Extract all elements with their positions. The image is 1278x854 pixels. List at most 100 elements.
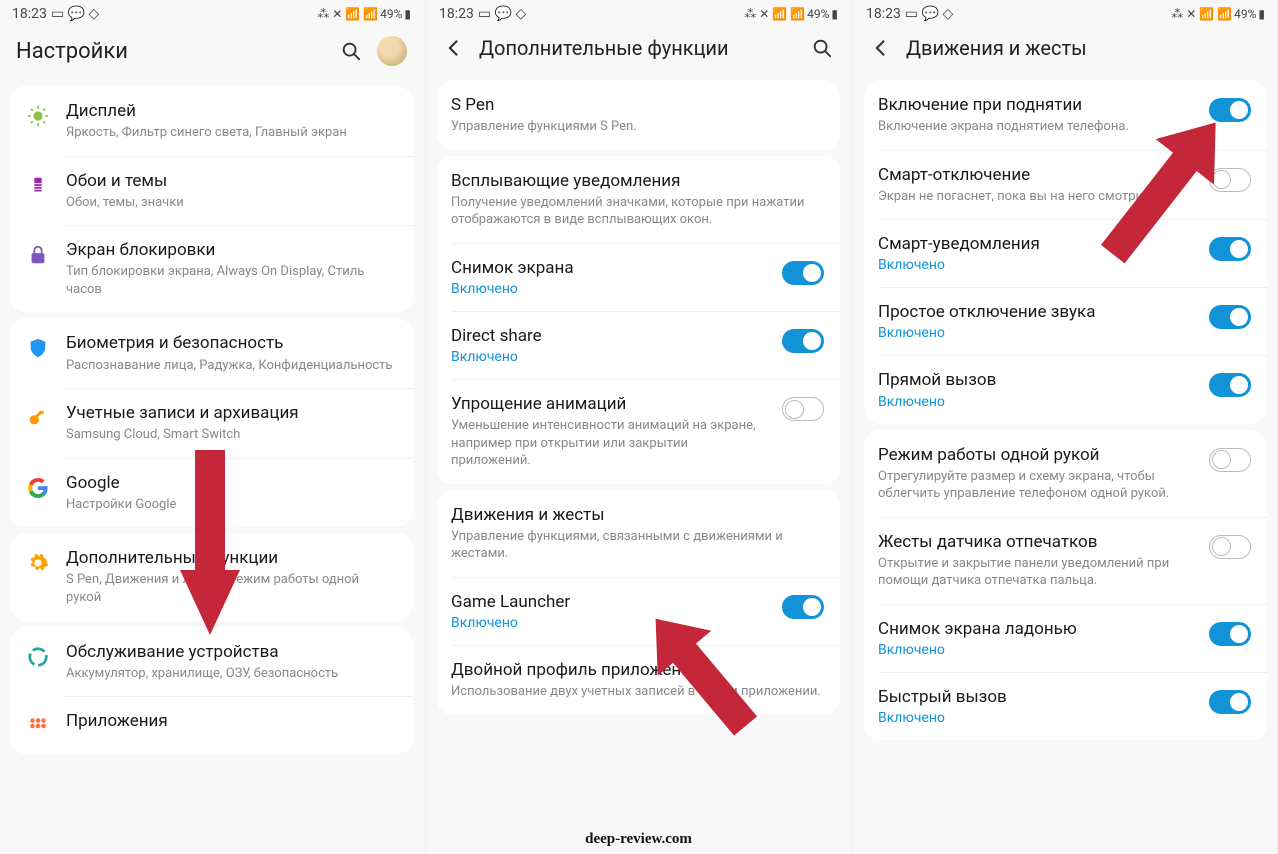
settings-row[interactable]: Прямой вызовВключено	[864, 355, 1267, 423]
row-title: Google	[66, 472, 397, 494]
apps-icon	[24, 712, 52, 740]
row-title: Дисплей	[66, 100, 397, 122]
row-description: Аккумулятор, хранилище, ОЗУ, безопасност…	[66, 665, 397, 683]
settings-row[interactable]: Движения и жестыУправление функциями, св…	[437, 490, 840, 577]
settings-card: S PenУправление функциями S Pen.	[437, 80, 840, 150]
settings-row[interactable]: Снимок экрана ладоньюВключено	[864, 604, 1267, 672]
row-description: Открытие и закрытие панели уведомлений п…	[878, 555, 1195, 590]
lock-icon	[24, 241, 52, 269]
search-button[interactable]	[810, 36, 834, 60]
status-bar: 18:23 ▭ 💬 ◇ ⁂ ✕ 📶 📶 49% ▮	[427, 0, 850, 26]
toggle-switch[interactable]	[782, 595, 824, 619]
row-title: Простое отключение звука	[878, 301, 1195, 323]
row-body: Game LauncherВключено	[451, 591, 768, 631]
row-title: Прямой вызов	[878, 369, 1195, 391]
row-status: Включено	[878, 257, 1195, 273]
settings-row[interactable]: Смарт-отключениеЭкран не погаснет, пока …	[864, 150, 1267, 220]
row-body: Обои и темыОбои, темы, значки	[66, 170, 397, 212]
row-body: Учетные записи и архивация Samsung Cloud,…	[66, 402, 397, 444]
status-time: 18:23	[866, 6, 901, 22]
display-icon	[24, 102, 52, 130]
settings-card: Обслуживание устройства Аккумулятор, хран…	[10, 627, 413, 755]
back-button[interactable]	[443, 37, 465, 59]
phone-motions: 18:23 ▭ 💬 ◇ ⁂ ✕ 📶 📶 49% ▮ Движения и жес…	[854, 0, 1277, 854]
settings-row[interactable]: Экран блокировкиТип блокировки экрана, A…	[10, 225, 413, 312]
row-body: GoogleНастройки Google	[66, 472, 397, 514]
settings-row[interactable]: Приложения	[10, 696, 413, 754]
toggle-switch[interactable]	[1209, 448, 1251, 472]
watermark: deep-review.com	[585, 831, 692, 848]
row-status: Включено	[451, 281, 768, 297]
row-body: ДисплейЯркость, Фильтр синего света, Гла…	[66, 100, 397, 142]
settings-row[interactable]: Смарт-уведомления Включено	[864, 219, 1267, 287]
toggle-switch[interactable]	[1209, 622, 1251, 646]
avatar[interactable]	[377, 36, 407, 66]
status-bar: 18:23 ▭ 💬 ◇ ⁂ ✕ 📶 📶 49% ▮	[0, 0, 423, 26]
row-title: Смарт-уведомления	[878, 233, 1195, 255]
search-button[interactable]	[339, 39, 363, 63]
row-status: Включено	[451, 615, 768, 631]
settings-row[interactable]: Включение при поднятииВключение экрана п…	[864, 80, 1267, 150]
settings-card: Режим работы одной рукойОтрегулируйте ра…	[864, 430, 1267, 741]
row-body: Простое отключение звукаВключено	[878, 301, 1195, 341]
google-icon	[24, 474, 52, 502]
settings-list: ДисплейЯркость, Фильтр синего света, Гла…	[0, 80, 423, 760]
row-body: Дополнительные функцииS Pen, Движения и …	[66, 547, 397, 606]
settings-row[interactable]: Обои и темыОбои, темы, значки	[10, 156, 413, 226]
row-title: Учетные записи и архивация	[66, 402, 397, 424]
row-body: Смарт-уведомления Включено	[878, 233, 1195, 273]
settings-row[interactable]: Жесты датчика отпечатковОткрытие и закры…	[864, 517, 1267, 604]
toggle-switch[interactable]	[1209, 305, 1251, 329]
settings-row[interactable]: Direct shareВключено	[437, 311, 840, 379]
row-body: Режим работы одной рукойОтрегулируйте ра…	[878, 444, 1195, 503]
settings-row[interactable]: Обслуживание устройства Аккумулятор, хран…	[10, 627, 413, 697]
settings-row[interactable]: Двойной профиль приложенийИспользование …	[437, 645, 840, 715]
settings-row[interactable]: Дополнительные функцииS Pen, Движения и …	[10, 533, 413, 620]
row-body: Быстрый вызовВключено	[878, 686, 1195, 726]
settings-row[interactable]: Режим работы одной рукойОтрегулируйте ра…	[864, 430, 1267, 517]
row-description: Обои, темы, значки	[66, 194, 397, 212]
row-title: Жесты датчика отпечатков	[878, 531, 1195, 553]
status-notif-icons: ▭ 💬 ◇	[478, 6, 526, 22]
toggle-switch[interactable]	[1209, 690, 1251, 714]
gear-icon	[24, 549, 52, 577]
settings-card: ДисплейЯркость, Фильтр синего света, Гла…	[10, 86, 413, 312]
row-body: Жесты датчика отпечатковОткрытие и закры…	[878, 531, 1195, 590]
wallpaper-icon	[24, 172, 52, 200]
settings-row[interactable]: Быстрый вызовВключено	[864, 672, 1267, 740]
row-title: Приложения	[66, 710, 397, 732]
header: Движения и жесты	[854, 26, 1277, 74]
row-body: Снимок экрана ладоньюВключено	[878, 618, 1195, 658]
settings-row[interactable]: Снимок экранаВключено	[437, 243, 840, 311]
toggle-switch[interactable]	[782, 397, 824, 421]
toggle-switch[interactable]	[1209, 373, 1251, 397]
settings-row[interactable]: Простое отключение звукаВключено	[864, 287, 1267, 355]
settings-list: S PenУправление функциями S Pen.Всплываю…	[427, 74, 850, 721]
settings-card: Включение при поднятииВключение экрана п…	[864, 80, 1267, 424]
toggle-switch[interactable]	[1209, 535, 1251, 559]
toggle-switch[interactable]	[1209, 237, 1251, 261]
settings-row[interactable]: S PenУправление функциями S Pen.	[437, 80, 840, 150]
settings-row[interactable]: Упрощение анимацийУменьшение интенсивнос…	[437, 379, 840, 484]
row-title: Direct share	[451, 325, 768, 347]
toggle-switch[interactable]	[1209, 98, 1251, 122]
toggle-switch[interactable]	[1209, 168, 1251, 192]
back-button[interactable]	[870, 37, 892, 59]
row-body: Движения и жестыУправление функциями, св…	[451, 504, 824, 563]
status-time: 18:23	[12, 6, 47, 22]
settings-card: Дополнительные функцииS Pen, Движения и …	[10, 533, 413, 620]
toggle-switch[interactable]	[782, 329, 824, 353]
toggle-switch[interactable]	[782, 261, 824, 285]
row-body: Снимок экранаВключено	[451, 257, 768, 297]
settings-row[interactable]: Game LauncherВключено	[437, 577, 840, 645]
row-description: Samsung Cloud, Smart Switch	[66, 426, 397, 444]
settings-row[interactable]: Биометрия и безопасностьРаспознавание ли…	[10, 318, 413, 388]
row-title: Обслуживание устройства	[66, 641, 397, 663]
settings-row[interactable]: ДисплейЯркость, Фильтр синего света, Гла…	[10, 86, 413, 156]
battery-icon: ▮	[1258, 7, 1265, 21]
settings-row[interactable]: GoogleНастройки Google	[10, 458, 413, 528]
settings-row[interactable]: Учетные записи и архивация Samsung Cloud,…	[10, 388, 413, 458]
status-battery: 49%	[1234, 7, 1256, 21]
settings-row[interactable]: Всплывающие уведомленияПолучение уведомл…	[437, 156, 840, 243]
battery-icon: ▮	[831, 7, 838, 21]
